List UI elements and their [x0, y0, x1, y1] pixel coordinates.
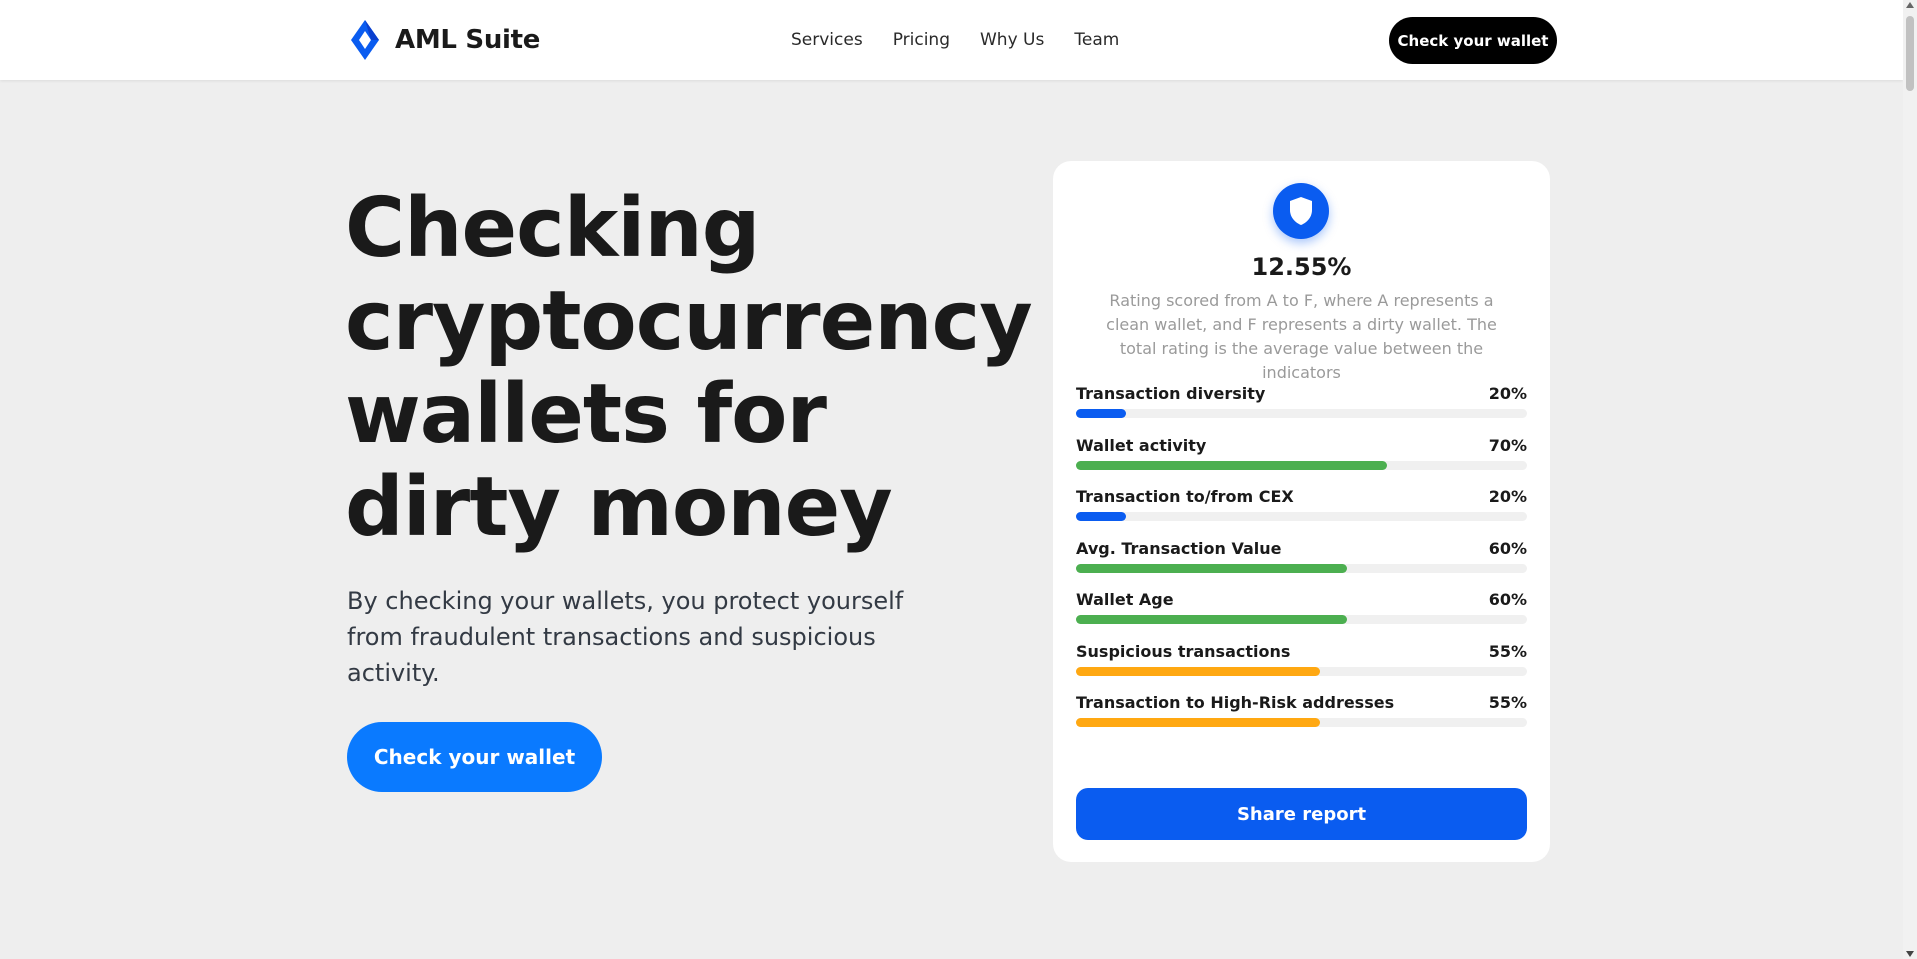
metric-value: 60% [1488, 590, 1527, 609]
diamond-logo-icon [351, 20, 379, 60]
metric-value: 60% [1488, 538, 1527, 558]
risk-score: 12.55% [1251, 253, 1352, 281]
metric-value: 20% [1488, 384, 1527, 403]
metric-progress-fill [1076, 666, 1320, 676]
metric-progress-track [1076, 666, 1527, 676]
metric-list: Transaction diversity 20% Wallet activity 7… [1076, 384, 1527, 745]
metric-row: Wallet activity 70% [1076, 436, 1527, 488]
scroll-thumb[interactable] [1906, 16, 1914, 91]
metric-progress-track [1076, 512, 1527, 521]
nav-link-why-us[interactable]: Why Us [980, 30, 1044, 50]
main-nav: Services Pricing Why Us Team [791, 30, 1149, 50]
wallet-report-card: 12.55% Rating scored from A to F, where … [1053, 161, 1550, 862]
nav-link-team[interactable]: Team [1074, 30, 1119, 50]
metric-progress-track [1076, 615, 1527, 624]
shield-badge [1273, 183, 1329, 239]
metric-progress-fill [1076, 615, 1347, 624]
site-header: AML Suite Services Pricing Why Us Team C… [0, 0, 1903, 80]
metric-label: Wallet activity [1076, 435, 1207, 455]
shield-icon [1290, 197, 1312, 225]
hero-title-line: wallets for [345, 367, 827, 462]
hero-subtitle: By checking your wallets, you protect yo… [347, 587, 904, 687]
metric-progress-track [1076, 718, 1527, 727]
metric-progress-track [1076, 563, 1527, 573]
hero-title-line: dirty money [345, 460, 893, 555]
scroll-up-arrow-icon[interactable] [1906, 2, 1914, 8]
metric-label: Transaction to/from CEX [1076, 487, 1294, 506]
metric-label: Wallet Age [1076, 590, 1174, 609]
brand-name: AML Suite [395, 25, 541, 55]
metric-progress-fill [1076, 512, 1126, 521]
metric-row: Wallet Age 60% [1076, 590, 1527, 642]
hero-title-line: Checking [345, 181, 761, 276]
metric-row: Transaction to High-Risk addresses 55% [1076, 693, 1527, 745]
metric-label: Transaction to High-Risk addresses [1076, 693, 1395, 712]
metric-progress-fill [1076, 563, 1347, 573]
metric-row: Transaction diversity 20% [1076, 384, 1527, 436]
metric-row: Suspicious transactions 55% [1076, 642, 1527, 694]
metric-value: 70% [1488, 435, 1527, 455]
metric-progress-fill [1076, 460, 1388, 470]
header-check-wallet-button[interactable]: Check your wallet [1389, 17, 1557, 64]
rating-description: Rating scored from A to F, where A repre… [1106, 291, 1497, 382]
share-report-button[interactable]: Share report [1076, 788, 1527, 840]
metric-label: Avg. Transaction Value [1076, 538, 1282, 558]
metric-label: Suspicious transactions [1076, 641, 1291, 661]
metric-value: 55% [1488, 693, 1527, 712]
nav-link-services[interactable]: Services [791, 30, 863, 50]
metric-progress-fill [1076, 409, 1126, 418]
brand-logo[interactable]: AML Suite [347, 18, 540, 62]
nav-link-pricing[interactable]: Pricing [893, 30, 950, 50]
metric-progress-fill [1076, 718, 1320, 727]
scroll-down-arrow-icon[interactable] [1906, 951, 1914, 957]
hero-title: Checking cryptocurrency wallets for dirt… [345, 181, 1033, 555]
hero-title-line: cryptocurrency [345, 274, 1033, 369]
metric-value: 55% [1488, 641, 1527, 661]
metric-label: Transaction diversity [1076, 384, 1266, 403]
page-scrollbar[interactable] [1903, 0, 1917, 959]
metric-row: Transaction to/from CEX 20% [1076, 487, 1527, 539]
metric-row: Avg. Transaction Value 60% [1076, 539, 1527, 591]
metric-progress-track [1076, 409, 1527, 418]
metric-progress-track [1076, 460, 1527, 470]
hero-check-wallet-button[interactable]: Check your wallet [347, 722, 602, 792]
metric-value: 20% [1488, 487, 1527, 506]
